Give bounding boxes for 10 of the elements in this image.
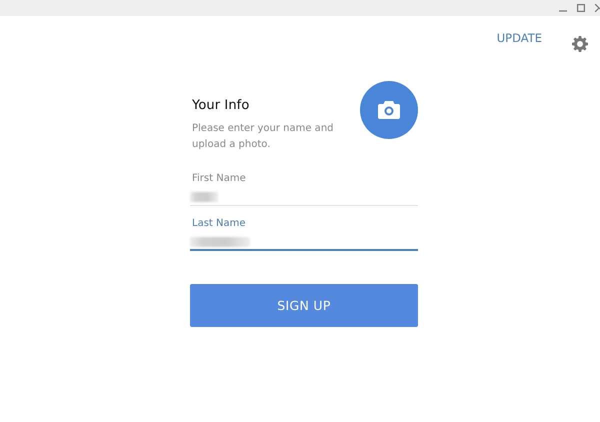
close-icon[interactable] <box>595 4 600 12</box>
text-field[interactable]: First Name <box>190 173 418 206</box>
section-title: Your Info <box>192 98 250 113</box>
settings-icon[interactable] <box>572 36 588 52</box>
camera-icon <box>378 101 400 119</box>
text-field[interactable]: Last Name <box>190 218 418 251</box>
update-link[interactable]: UPDATE <box>496 31 542 45</box>
maximize-icon[interactable] <box>577 4 585 12</box>
instruction-text: Please enter your name and upload a photo. <box>192 122 334 152</box>
sign-up-button[interactable]: SIGN UP <box>190 284 418 327</box>
